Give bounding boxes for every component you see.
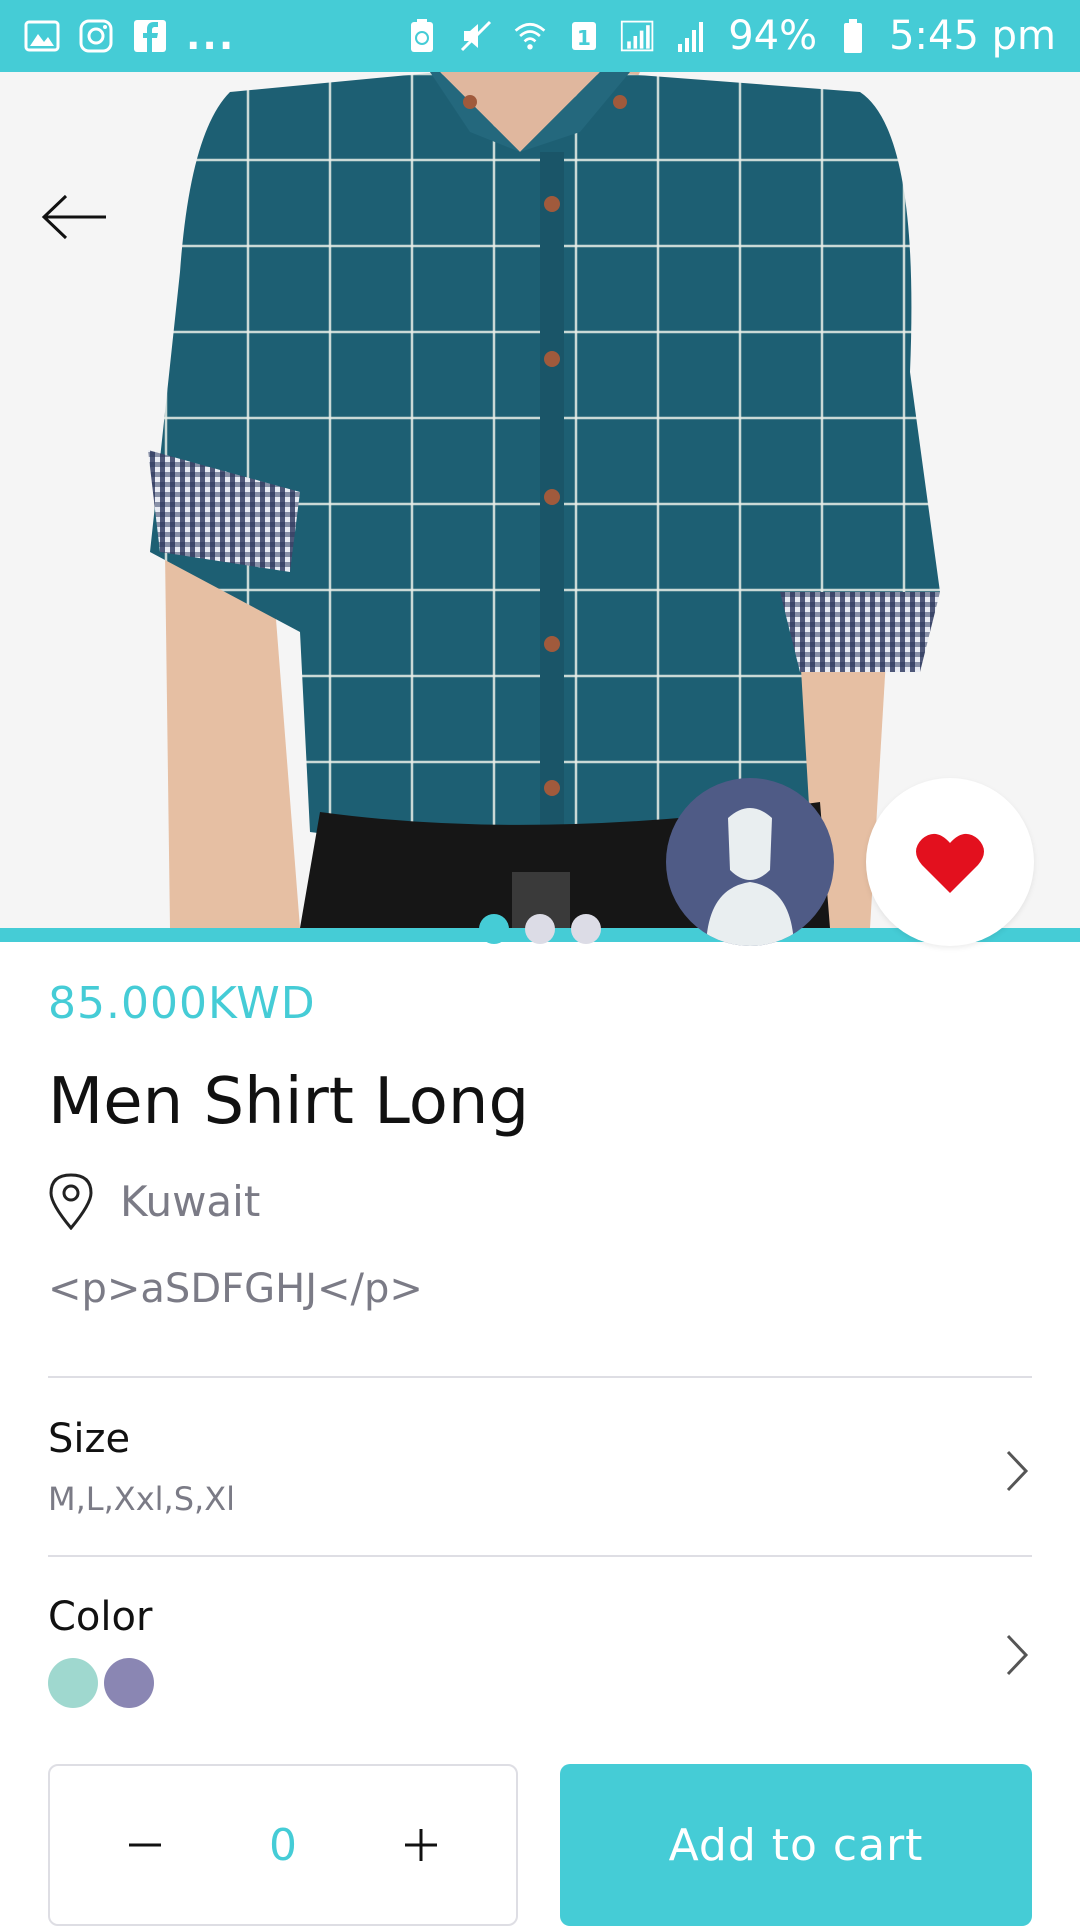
carousel-dot[interactable] xyxy=(571,914,601,944)
size-option[interactable]: Size M,L,Xxl,S,Xl xyxy=(48,1416,1032,1518)
status-bar: ... 1 94% 5:45 pm xyxy=(0,0,1080,72)
divider xyxy=(48,1376,1032,1378)
location-label: Kuwait xyxy=(120,1176,261,1226)
carousel-dot[interactable] xyxy=(525,914,555,944)
color-swatch[interactable] xyxy=(48,1658,98,1708)
product-description: <p>aSDFGHJ</p> xyxy=(48,1266,423,1312)
battery-saver-icon xyxy=(404,18,440,54)
facebook-icon xyxy=(132,18,168,54)
chevron-right-icon xyxy=(1006,1450,1029,1492)
quantity-stepper: 0 xyxy=(48,1764,518,1926)
product-location: Kuwait xyxy=(48,1172,260,1230)
color-label: Color xyxy=(48,1594,153,1640)
battery-icon xyxy=(835,18,871,54)
size-label: Size xyxy=(48,1416,131,1462)
wifi-icon xyxy=(512,18,548,54)
signal-icon xyxy=(674,18,710,54)
decrease-button[interactable] xyxy=(120,1820,170,1870)
seller-avatar[interactable] xyxy=(666,778,834,946)
status-bar-left: ... xyxy=(24,14,235,58)
color-swatch[interactable] xyxy=(104,1658,154,1708)
minus-icon xyxy=(129,1843,161,1847)
color-swatches xyxy=(48,1658,1032,1708)
chevron-right-icon xyxy=(1006,1634,1029,1676)
mute-icon xyxy=(458,18,494,54)
quantity-value: 0 xyxy=(269,1819,297,1871)
size-values: M,L,Xxl,S,Xl xyxy=(48,1480,235,1518)
svg-text:1: 1 xyxy=(577,26,591,50)
plus-icon xyxy=(405,1829,437,1861)
signal-icon xyxy=(620,18,656,54)
color-option[interactable]: Color xyxy=(48,1594,1032,1708)
add-to-cart-button[interactable]: Add to cart xyxy=(560,1764,1032,1926)
instagram-icon xyxy=(78,18,114,54)
product-title: Men Shirt Long xyxy=(48,1065,530,1139)
product-price: 85.000KWD xyxy=(48,978,316,1029)
gallery-icon xyxy=(24,18,60,54)
favorite-button[interactable] xyxy=(866,778,1034,946)
clock: 5:45 pm xyxy=(889,13,1056,59)
location-pin-icon xyxy=(49,1173,93,1230)
battery-percent: 94% xyxy=(728,13,818,59)
back-arrow-icon xyxy=(41,194,106,240)
divider xyxy=(48,1555,1032,1557)
heart-icon xyxy=(916,833,984,893)
increase-button[interactable] xyxy=(396,1820,446,1870)
status-overflow: ... xyxy=(186,14,236,58)
back-button[interactable] xyxy=(40,192,126,262)
carousel-dot[interactable] xyxy=(479,914,509,944)
user-icon xyxy=(706,808,794,946)
status-bar-right: 1 94% 5:45 pm xyxy=(404,13,1056,59)
sim-icon: 1 xyxy=(566,18,602,54)
